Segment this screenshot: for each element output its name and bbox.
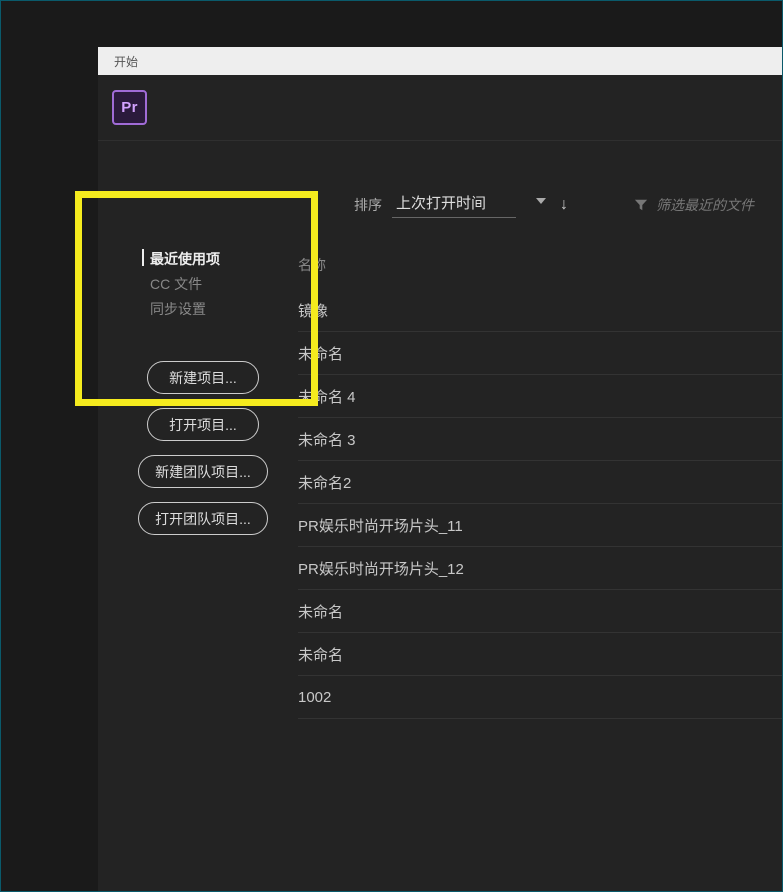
window-title: 开始 bbox=[114, 53, 138, 70]
sidebar-item-cc-files[interactable]: CC 文件 bbox=[118, 271, 288, 296]
sort-filter-row: 排序 上次打开时间 ↓ 筛选最近的文件 bbox=[354, 193, 782, 217]
sort-selected-value: 上次打开时间 bbox=[396, 195, 486, 212]
table-row[interactable]: 镜像 bbox=[298, 289, 782, 332]
sidebar-item-label: 最近使用项 bbox=[150, 249, 220, 269]
open-team-project-button[interactable]: 打开团队项目... bbox=[138, 502, 268, 535]
table-row[interactable]: PR娱乐时尚开场片头_12 bbox=[298, 547, 782, 590]
chevron-down-icon[interactable] bbox=[536, 200, 546, 210]
sidebar-item-sync-settings[interactable]: 同步设置 bbox=[118, 296, 288, 321]
funnel-icon bbox=[634, 198, 648, 212]
sidebar-item-label: CC 文件 bbox=[150, 274, 202, 294]
table-row[interactable]: 未命名 4 bbox=[298, 375, 782, 418]
sidebar-item-recent[interactable]: 最近使用项 bbox=[118, 246, 288, 271]
sort-dropdown[interactable]: 上次打开时间 bbox=[392, 192, 516, 218]
sidebar-buttons: 新建项目... 打开项目... 新建团队项目... 打开团队项目... bbox=[118, 361, 288, 535]
table-row[interactable]: 未命名 bbox=[298, 332, 782, 375]
header-bar: Pr bbox=[98, 75, 782, 141]
sidebar-item-label: 同步设置 bbox=[150, 299, 206, 319]
new-project-button[interactable]: 新建项目... bbox=[147, 361, 259, 394]
table-row[interactable]: 未命名 bbox=[298, 633, 782, 676]
table-row[interactable]: 1002 bbox=[298, 676, 782, 719]
filter-group: 筛选最近的文件 bbox=[634, 195, 754, 215]
table-row[interactable]: 未命名 bbox=[298, 590, 782, 633]
table-row[interactable]: 未命名 3 bbox=[298, 418, 782, 461]
app-frame: 开始 Pr 排序 上次打开时间 ↓ 筛选最近的文件 bbox=[0, 0, 783, 892]
sidebar: 最近使用项 CC 文件 同步设置 新建项目... 打开项目... bbox=[118, 246, 288, 535]
sidebar-nav: 最近使用项 CC 文件 同步设置 bbox=[118, 246, 288, 321]
open-project-button[interactable]: 打开项目... bbox=[147, 408, 259, 441]
table-row[interactable]: PR娱乐时尚开场片头_11 bbox=[298, 504, 782, 547]
new-team-project-button[interactable]: 新建团队项目... bbox=[138, 455, 268, 488]
sort-direction-icon[interactable]: ↓ bbox=[560, 196, 568, 214]
start-window: 开始 Pr 排序 上次打开时间 ↓ 筛选最近的文件 bbox=[98, 47, 782, 891]
filter-input[interactable]: 筛选最近的文件 bbox=[656, 195, 754, 215]
sort-label: 排序 bbox=[354, 195, 382, 215]
table-row[interactable]: 未命名2 bbox=[298, 461, 782, 504]
recent-projects-table: 名称 镜像 未命名 未命名 4 未命名 3 未命名2 PR娱乐时尚开场片头_11… bbox=[298, 251, 782, 719]
title-bar: 开始 bbox=[98, 47, 782, 75]
premiere-logo-icon: Pr bbox=[112, 90, 147, 125]
table-column-name[interactable]: 名称 bbox=[298, 251, 782, 289]
